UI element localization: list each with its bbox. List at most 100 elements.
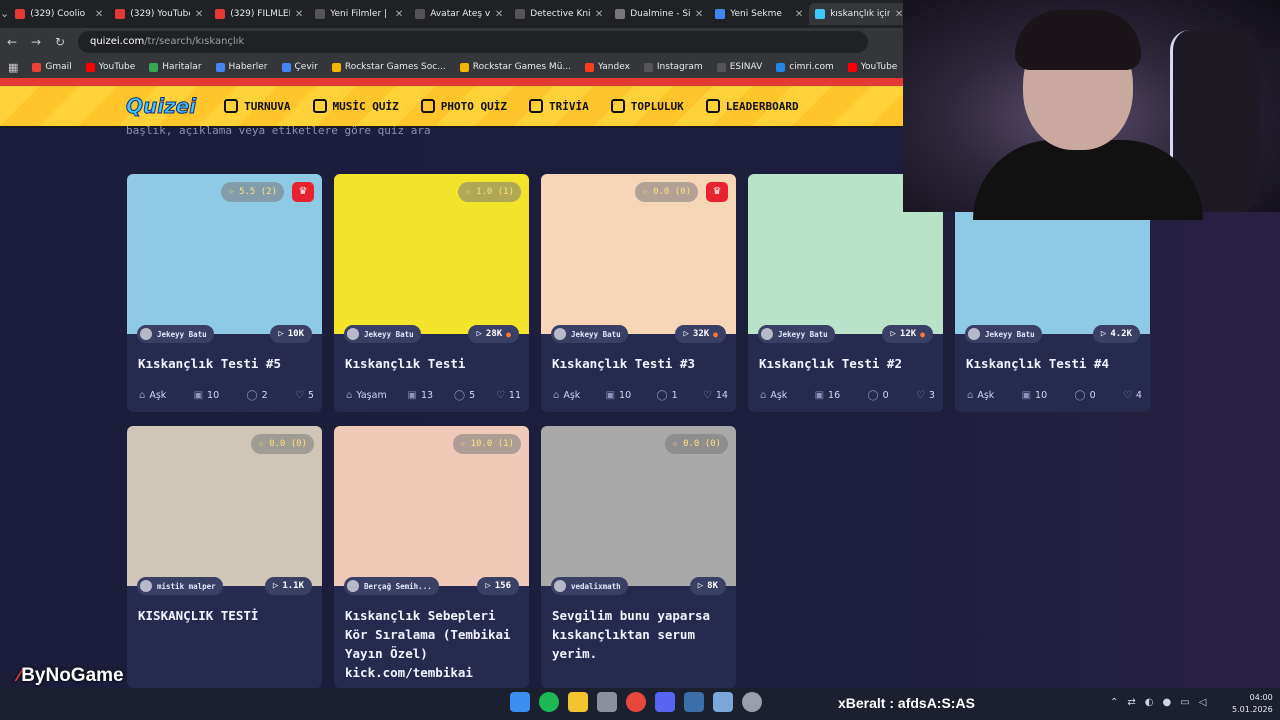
tab-title: Detective Knigh <box>530 9 590 19</box>
bookmark-item[interactable]: Yandex <box>585 62 630 72</box>
forward-icon[interactable]: → <box>24 35 48 49</box>
quiz-card[interactable]: ☆ 1.0 (1) Jekeyy Batu ▷ 28K ● Kıskançlık Test… <box>334 174 529 412</box>
browser-tab[interactable]: (329) FİLMLERİ ✕ <box>209 3 309 25</box>
browser-tab[interactable]: Avatar Ateş ve ✕ <box>409 3 509 25</box>
tab-close-icon[interactable]: ✕ <box>495 9 503 20</box>
browser-tab[interactable]: Dualmine - Sig ✕ <box>609 3 709 25</box>
author-chip[interactable]: Jekeyy Batu <box>137 325 214 343</box>
browser-tab[interactable]: Yeni Sekme ✕ <box>709 3 809 25</box>
author-chip[interactable]: mistik malper <box>137 577 223 595</box>
bookmark-item[interactable]: cimri.com <box>776 62 834 72</box>
author-chip[interactable]: Berçağ Semih... <box>344 577 439 595</box>
bookmark-item[interactable]: Instagram <box>643 62 703 72</box>
bookmark-item[interactable]: Rockstar Games Mü... <box>459 62 571 72</box>
apps-grid-icon[interactable]: ▦ <box>8 61 18 74</box>
bookmark-item[interactable]: Haritalar <box>149 62 202 72</box>
bookmark-item[interactable]: Çevir <box>281 62 318 72</box>
tab-close-icon[interactable]: ✕ <box>695 9 703 20</box>
tray-sync-icon[interactable]: ⇄ <box>1127 697 1135 708</box>
settings-icon[interactable] <box>742 692 762 712</box>
quiz-title[interactable]: Kıskançlık Testi #5 <box>138 354 313 373</box>
back-icon[interactable]: ← <box>0 35 24 49</box>
nav-item[interactable]: LEADERBOARD <box>705 99 799 113</box>
quiz-title[interactable]: Kıskançlık Testi #2 <box>759 354 934 373</box>
author-name: mistik malper <box>157 581 216 591</box>
author-chip[interactable]: Jekeyy Batu <box>551 325 628 343</box>
browser-tab[interactable]: Detective Knigh ✕ <box>509 3 609 25</box>
file-explorer-icon[interactable] <box>568 692 588 712</box>
browser-tab[interactable]: (329) Coolio ✕ <box>9 3 109 25</box>
author-chip[interactable]: Jekeyy Batu <box>344 325 421 343</box>
nav-item[interactable]: MUSİC QUİZ <box>312 99 399 113</box>
quiz-stats: ⌂ Aşk ▣ 10 ◯ 1 ♡ 14 <box>553 390 728 401</box>
browser-tab[interactable]: Yeni Filmler | F ✕ <box>309 3 409 25</box>
bookmark-item[interactable]: Rockstar Games Soc... <box>331 62 446 72</box>
likes-stat[interactable]: ♡ 3 <box>916 390 935 401</box>
tab-close-icon[interactable]: ✕ <box>395 9 403 20</box>
bookmark-label: Yandex <box>598 62 630 72</box>
brand-watermark: ⁄ByNoGame <box>18 665 124 686</box>
likes-stat[interactable]: ♡ 11 <box>496 390 521 401</box>
steam-icon[interactable] <box>684 692 704 712</box>
browser-tab[interactable]: kıskançlık için ✕ <box>809 3 910 25</box>
tab-search-icon[interactable]: ⌄ <box>0 3 9 25</box>
tab-title: Yeni Sekme <box>730 9 782 19</box>
tab-close-icon[interactable]: ✕ <box>195 9 203 20</box>
heart-icon: ♡ <box>294 390 304 401</box>
author-chip[interactable]: Jekeyy Batu <box>965 325 1042 343</box>
app-icon[interactable] <box>713 692 733 712</box>
quiz-card[interactable]: ☆ 5.5 (2) ♛ Jekeyy Batu ▷ 10K Kıskançlık Test… <box>127 174 322 412</box>
quiz-card[interactable]: ☆ 10.0 (1) Berçağ Semih... ▷ 156 Kıskançlık … <box>334 426 529 688</box>
quiz-title[interactable]: Kıskançlık Testi <box>345 354 520 373</box>
nav-item[interactable]: TOPLULUK <box>610 99 684 113</box>
tray-mic-icon[interactable]: ● <box>1163 697 1172 708</box>
browser-tab-bar: ⌄ (329) Coolio ✕ (329) YouTube ✕ (329) F… <box>0 0 910 28</box>
quiz-card[interactable]: ☆ 0.0 (0) mistik malper ▷ 1.1K KISKANÇLIK TE… <box>127 426 322 688</box>
likes-stat[interactable]: ♡ 5 <box>295 390 314 401</box>
bookmark-item[interactable]: ESINAV <box>716 62 762 72</box>
tab-close-icon[interactable]: ✕ <box>595 9 603 20</box>
discord-icon[interactable] <box>655 692 675 712</box>
tab-close-icon[interactable]: ✕ <box>795 9 803 20</box>
tab-close-icon[interactable]: ✕ <box>895 9 903 20</box>
reload-icon[interactable]: ↻ <box>48 35 72 49</box>
likes-stat[interactable]: ♡ 4 <box>1123 390 1142 401</box>
likes-stat[interactable]: ♡ 14 <box>703 390 728 401</box>
quiz-title[interactable]: Sevgilim bunu yaparsa kıskançlıktan seru… <box>552 606 727 663</box>
browser-tab[interactable]: (329) YouTube ✕ <box>109 3 209 25</box>
tray-steam-icon[interactable]: ◐ <box>1145 697 1154 708</box>
chrome-icon[interactable] <box>626 692 646 712</box>
tray-chevron-icon[interactable]: ⌃ <box>1110 697 1118 708</box>
bookmark-item[interactable]: YouTube <box>847 62 897 72</box>
nav-item[interactable]: PHOTO QUİZ <box>420 99 507 113</box>
quiz-title[interactable]: Kıskançlık Testi #3 <box>552 354 727 373</box>
tab-favicon-icon <box>815 9 826 19</box>
nav-item-label: TOPLULUK <box>630 99 684 113</box>
bookmark-item[interactable]: Haberler <box>215 62 268 72</box>
calculator-icon[interactable] <box>597 692 617 712</box>
start-icon[interactable] <box>510 692 530 712</box>
quiz-card[interactable]: ☆ 0.0 (0) vedalixmath ▷ 8K Sevgilim bunu yap… <box>541 426 736 688</box>
clock[interactable]: 04:00 5.01.2026 <box>1232 692 1273 716</box>
tab-close-icon[interactable]: ✕ <box>95 9 103 20</box>
bookmark-item[interactable]: Gmail <box>32 62 72 72</box>
layers-icon: ▣ <box>407 390 417 401</box>
streamer-body <box>973 140 1203 220</box>
tray-volume-icon[interactable]: ◁ <box>1199 697 1207 708</box>
url-field[interactable]: quizei.com/tr/search/kıskançlık <box>78 31 868 53</box>
author-chip[interactable]: vedalixmath <box>551 577 628 595</box>
quiz-title[interactable]: Kıskançlık Sebepleri Kör Sıralama (Tembi… <box>345 606 520 682</box>
bookmark-item[interactable]: YouTube <box>85 62 135 72</box>
tray-display-icon[interactable]: ▭ <box>1180 697 1189 708</box>
comments-stat: ◯ 5 <box>453 390 476 401</box>
avatar <box>140 580 152 592</box>
tab-close-icon[interactable]: ✕ <box>295 9 303 20</box>
quiz-title[interactable]: KISKANÇLIK TESTİ <box>138 606 313 625</box>
quiz-title[interactable]: Kıskançlık Testi #4 <box>966 354 1141 373</box>
nav-item[interactable]: TRİVİA <box>528 99 589 113</box>
nav-item[interactable]: TURNUVA <box>224 99 291 113</box>
spotify-icon[interactable] <box>539 692 559 712</box>
quiz-card[interactable]: ☆ 0.0 (0) ♛ Jekeyy Batu ▷ 32K ● Kıskançlık Tes… <box>541 174 736 412</box>
site-logo[interactable]: Quizei <box>125 94 196 119</box>
author-chip[interactable]: Jekeyy Batu <box>758 325 835 343</box>
